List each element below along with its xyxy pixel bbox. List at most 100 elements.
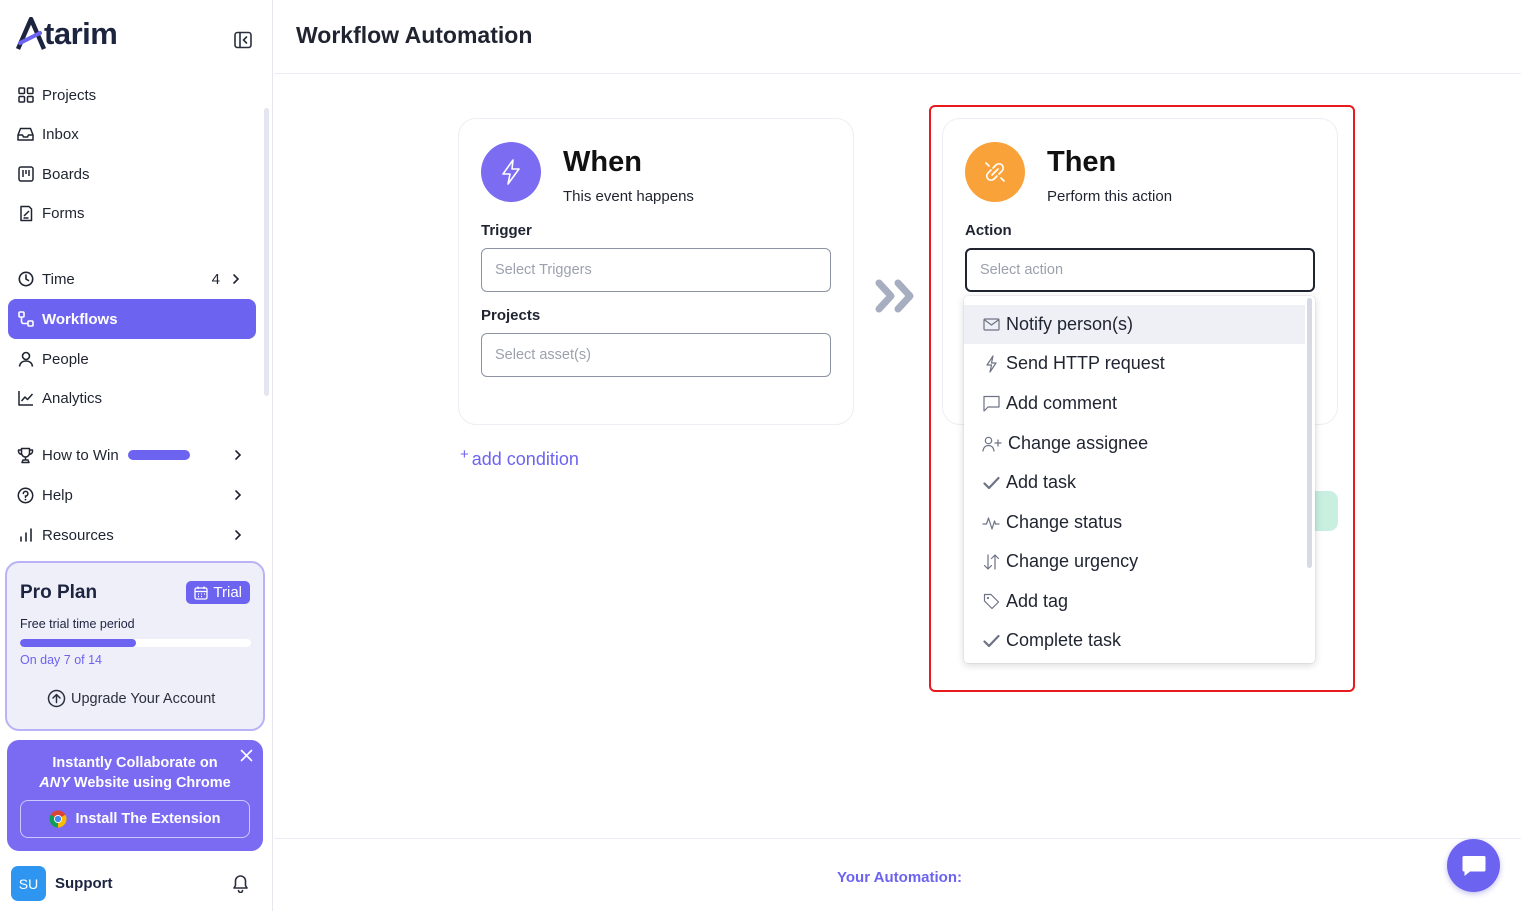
sidebar-item-label: Time [42, 270, 75, 288]
atarim-logo[interactable]: tarim [16, 14, 118, 54]
trial-day-text: On day 7 of 14 [20, 653, 103, 667]
workflow-icon [17, 311, 34, 328]
support-account[interactable]: SU Support [11, 866, 113, 901]
grid-icon [17, 87, 34, 104]
sidebar-item-label: Projects [42, 86, 97, 104]
dropdown-option-add-task[interactable]: Add task [964, 463, 1305, 502]
sidebar-item-forms[interactable]: Forms [8, 193, 256, 233]
dropdown-option-label: Add comment [1006, 393, 1118, 413]
dropdown-option-notify-persons[interactable]: Notify person(s) [964, 305, 1305, 344]
dropdown-option-label: Add task [1006, 472, 1077, 492]
help-icon [17, 487, 34, 504]
sidebar-item-label: Workflows [42, 310, 118, 328]
sidebar-item-time[interactable]: Time 4 [8, 259, 256, 299]
trial-badge: Trial [186, 581, 250, 604]
trigger-select[interactable]: Select Triggers [481, 248, 831, 292]
chevron-right-icon [233, 274, 240, 284]
dropdown-scrollbar[interactable] [1307, 298, 1312, 568]
your-automation-label: Your Automation: [837, 869, 962, 886]
chrome-extension-promo: Instantly Collaborate on ANY Website usi… [7, 740, 263, 851]
then-icon-circle [965, 142, 1025, 202]
page-header: Workflow Automation [274, 0, 1521, 74]
bars-icon [17, 527, 34, 544]
board-icon [17, 166, 34, 183]
install-extension-button[interactable]: Install The Extension [20, 800, 250, 838]
chrome-icon [49, 810, 67, 828]
projects-placeholder: Select asset(s) [495, 347, 591, 363]
sidebar-item-people[interactable]: People [8, 339, 256, 379]
action-dropdown-menu: Notify person(s) Send HTTP request Add c… [964, 296, 1315, 663]
dropdown-option-label: Change assignee [1008, 433, 1149, 453]
sidebar-item-projects[interactable]: Projects [8, 75, 256, 115]
calendar-icon [194, 586, 209, 600]
when-subtitle: This event happens [563, 188, 694, 205]
sidebar-item-label: Forms [42, 204, 85, 222]
plus-icon: + [460, 446, 469, 463]
pro-plan-card: Pro Plan Trial Free trial time period On… [5, 561, 265, 731]
dropdown-option-label: Complete task [1006, 630, 1122, 650]
extension-promo-emphasis: ANY [39, 775, 70, 791]
when-card: When This event happens Trigger Select T… [458, 118, 854, 425]
when-icon-circle [481, 142, 541, 202]
time-count: 4 [211, 270, 220, 288]
sidebar-item-workflows[interactable]: Workflows [8, 299, 256, 339]
projects-label: Projects [481, 307, 541, 324]
link-icon [985, 162, 1005, 182]
add-condition-link[interactable]: + add condition [460, 446, 579, 470]
sidebar-item-how-to-win[interactable]: How to Win [8, 435, 256, 475]
chevron-right-icon [235, 530, 242, 540]
sidebar-item-help[interactable]: Help [8, 475, 256, 515]
trophy-icon [17, 447, 34, 464]
double-chevron-right-icon [875, 279, 914, 313]
action-select[interactable]: Select action [965, 248, 1315, 292]
form-icon [17, 205, 34, 222]
dropdown-option-label: Send HTTP request [1006, 353, 1165, 373]
chat-icon [1462, 855, 1485, 876]
dropdown-option-complete-task[interactable]: Complete task [964, 621, 1305, 660]
lightning-icon [502, 159, 520, 185]
sidebar-scrollbar[interactable] [264, 108, 269, 396]
action-label: Action [965, 222, 1012, 239]
sidebar-item-analytics[interactable]: Analytics [8, 378, 256, 418]
close-icon[interactable] [240, 749, 253, 762]
sidebar-item-resources[interactable]: Resources [8, 515, 256, 555]
atarim-logo-icon [16, 17, 46, 50]
automation-footer: Your Automation: [274, 838, 1521, 911]
dropdown-option-add-tag[interactable]: Add tag [964, 582, 1305, 621]
then-subtitle: Perform this action [1047, 188, 1173, 205]
sidebar-item-label: Inbox [42, 125, 79, 143]
extension-promo-line1: Instantly Collaborate on [52, 755, 218, 771]
clock-icon [17, 271, 34, 288]
support-label: Support [55, 875, 113, 892]
arrow-up-circle-icon [47, 689, 66, 708]
sidebar-item-boards[interactable]: Boards [8, 154, 256, 194]
trial-badge-label: Trial [213, 584, 242, 601]
sidebar-item-inbox[interactable]: Inbox [8, 114, 256, 154]
sidebar-item-label: Analytics [42, 389, 103, 407]
sidebar-item-label: People [42, 350, 89, 368]
collapse-sidebar-icon[interactable] [233, 30, 253, 50]
dropdown-option-change-assignee[interactable]: Change assignee [964, 424, 1305, 463]
extension-promo-text: Instantly Collaborate on ANY Website usi… [7, 753, 263, 793]
bell-icon[interactable] [231, 873, 250, 893]
sidebar: tarim Projects Inbox Boards Forms Time 4… [0, 0, 273, 911]
check-icon [982, 474, 1000, 492]
dropdown-option-change-urgency[interactable]: Change urgency [964, 542, 1305, 581]
comment-icon [982, 395, 1000, 413]
dropdown-option-change-status[interactable]: Change status [964, 503, 1305, 542]
trial-progress-fill [20, 639, 136, 647]
dropdown-option-add-comment[interactable]: Add comment [964, 384, 1305, 423]
dropdown-option-send-http-request[interactable]: Send HTTP request [964, 344, 1305, 383]
sidebar-item-label: How to Win [42, 446, 119, 464]
trigger-label: Trigger [481, 222, 532, 239]
chat-support-button[interactable] [1447, 839, 1500, 892]
sidebar-item-label: Boards [42, 165, 90, 183]
extension-promo-line2: ANY Website using Chrome [7, 773, 263, 793]
chevron-right-icon [235, 450, 242, 460]
page-title: Workflow Automation [296, 22, 533, 48]
pulse-icon [982, 514, 1000, 532]
lightning-icon [982, 354, 1000, 373]
upgrade-account-button[interactable]: Upgrade Your Account [47, 689, 215, 708]
projects-select[interactable]: Select asset(s) [481, 333, 831, 377]
then-title: Then [1047, 146, 1117, 178]
